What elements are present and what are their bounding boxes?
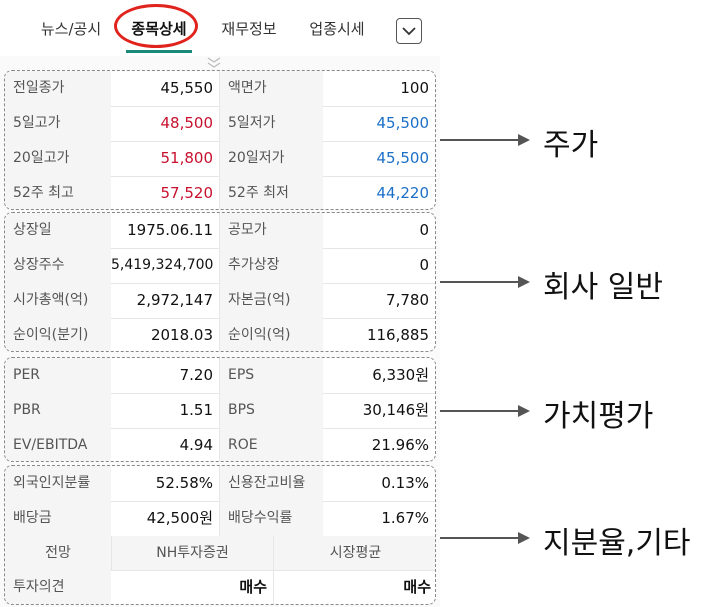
par-value-label: 액면가	[219, 71, 323, 106]
capital-label: 자본금(억)	[219, 283, 323, 318]
valuation-arrow-line	[440, 410, 522, 412]
bps-value: 30,146원	[362, 401, 429, 419]
eps-value: 6,330원	[372, 366, 429, 384]
20d-low-label: 20일저가	[219, 141, 323, 176]
table-row: 상장일 1975.06.11 공모가 0	[5, 213, 435, 249]
opinion-row: 투자의견 매수 매수	[5, 570, 435, 604]
roe-label: ROE	[219, 428, 323, 461]
foreign-ownership-label: 외국인지분률	[5, 466, 111, 501]
highlight-circle	[114, 4, 198, 48]
20d-high-value: 51,800	[160, 149, 214, 167]
shares-section: 외국인지분률 52.58% 신용잔고비율 0.13% 배당금 42,500원 배…	[4, 465, 436, 605]
market-average-header: 시장평균	[273, 536, 435, 570]
valuation-annotation: 가치평가	[543, 399, 654, 434]
price-arrow-head	[518, 134, 530, 146]
20d-low-value: 45,500	[376, 149, 430, 167]
dividend-yield-value: 1.67%	[381, 509, 429, 527]
capital-value: 7,780	[386, 291, 429, 309]
52w-low-label: 52주 최저	[219, 176, 323, 209]
prev-close-label: 전일종가	[5, 71, 111, 106]
5d-low-label: 5일저가	[219, 106, 323, 141]
tab-dropdown-button[interactable]	[396, 18, 422, 44]
par-value-value: 100	[400, 79, 429, 97]
bps-label: BPS	[219, 393, 323, 428]
additional-listing-label: 추가상장	[219, 248, 323, 283]
chevron-down-icon	[402, 27, 416, 36]
company-section: 상장일 1975.06.11 공모가 0 상장주수 5,419,324,700 …	[4, 212, 436, 352]
net-income-value: 116,885	[366, 326, 429, 344]
5d-low-value: 45,500	[376, 114, 430, 132]
company-annotation: 회사 일반	[543, 270, 663, 305]
valuation-section: PER 7.20 EPS 6,330원 PBR 1.51 BPS 30,146원…	[4, 357, 436, 462]
price-arrow-line	[440, 139, 522, 141]
outlook-header: 전망	[5, 536, 111, 570]
5d-high-label: 5일고가	[5, 106, 111, 141]
stock-detail-panel: 뉴스/공시 종목상세 재무정보 업종시세 전일종가 45,550 액면가 100…	[0, 0, 440, 607]
eps-label: EPS	[219, 358, 323, 393]
net-income-quarter-value: 2018.03	[150, 326, 213, 344]
investment-opinion-label: 투자의견	[5, 570, 111, 604]
listed-shares-value: 5,419,324,700	[111, 257, 214, 273]
broker-opinion-value: 매수	[239, 578, 267, 596]
ipo-price-label: 공모가	[219, 213, 323, 248]
opinion-header-row: 전망 NH투자증권 시장평균	[5, 536, 435, 571]
foreign-ownership-value: 52.58%	[155, 474, 213, 492]
tab-news[interactable]: 뉴스/공시	[36, 18, 106, 39]
table-row: EV/EBITDA 4.94 ROE 21.96%	[5, 428, 435, 461]
shares-annotation: 지분율,기타	[543, 526, 691, 561]
company-arrow-head	[518, 276, 530, 288]
table-row: PER 7.20 EPS 6,330원	[5, 358, 435, 394]
net-income-label: 순이익(억)	[219, 318, 323, 351]
price-section: 전일종가 45,550 액면가 100 5일고가 48,500 5일저가 45,…	[4, 70, 436, 210]
credit-balance-label: 신용잔고비율	[219, 466, 323, 501]
net-income-quarter-label: 순이익(분기)	[5, 318, 111, 351]
tab-financials[interactable]: 재무정보	[214, 18, 284, 39]
listing-date-label: 상장일	[5, 213, 111, 248]
52w-low-value: 44,220	[376, 184, 430, 202]
tab-bar: 뉴스/공시 종목상세 재무정보 업종시세	[0, 0, 440, 56]
shares-arrow-head	[518, 532, 530, 544]
valuation-arrow-head	[518, 405, 530, 417]
dividend-label: 배당금	[5, 501, 111, 536]
market-cap-label: 시가총액(억)	[5, 283, 111, 318]
per-value: 7.20	[179, 366, 213, 384]
prev-close-value: 45,550	[160, 79, 214, 97]
market-cap-value: 2,972,147	[136, 291, 213, 309]
shares-arrow-line	[440, 537, 522, 539]
dividend-value: 42,500원	[146, 509, 213, 527]
listed-shares-label: 상장주수	[5, 248, 111, 283]
market-average-opinion-value: 매수	[273, 570, 435, 604]
table-row: 52주 최고 57,520 52주 최저 44,220	[5, 176, 435, 209]
table-row: 전일종가 45,550 액면가 100	[5, 71, 435, 107]
additional-listing-value: 0	[419, 256, 429, 274]
roe-value: 21.96%	[371, 436, 429, 454]
broker-header: NH투자증권	[111, 536, 273, 570]
table-row: 순이익(분기) 2018.03 순이익(억) 116,885	[5, 318, 435, 351]
table-row: PBR 1.51 BPS 30,146원	[5, 393, 435, 429]
table-row: 5일고가 48,500 5일저가 45,500	[5, 106, 435, 142]
tab-sector-prices[interactable]: 업종시세	[302, 18, 372, 39]
52w-high-value: 57,520	[160, 184, 214, 202]
per-label: PER	[5, 358, 111, 393]
5d-high-value: 48,500	[160, 114, 214, 132]
table-row: 외국인지분률 52.58% 신용잔고비율 0.13%	[5, 466, 435, 502]
company-arrow-line	[440, 281, 522, 283]
ev-ebitda-label: EV/EBITDA	[5, 428, 111, 461]
table-row: 배당금 42,500원 배당수익률 1.67%	[5, 501, 435, 537]
price-annotation: 주가	[543, 128, 599, 163]
52w-high-label: 52주 최고	[5, 176, 111, 209]
ev-ebitda-value: 4.94	[179, 436, 213, 454]
pbr-label: PBR	[5, 393, 111, 428]
pbr-value: 1.51	[179, 401, 213, 419]
active-tab-indicator	[126, 50, 192, 53]
double-chevron-down-icon[interactable]	[204, 56, 224, 70]
dividend-yield-label: 배당수익률	[219, 501, 323, 536]
credit-balance-value: 0.13%	[381, 474, 429, 492]
ipo-price-value: 0	[419, 221, 429, 239]
listing-date-value: 1975.06.11	[127, 221, 213, 239]
table-row: 20일고가 51,800 20일저가 45,500	[5, 141, 435, 177]
table-row: 상장주수 5,419,324,700 추가상장 0	[5, 248, 435, 284]
20d-high-label: 20일고가	[5, 141, 111, 176]
table-row: 시가총액(억) 2,972,147 자본금(억) 7,780	[5, 283, 435, 319]
